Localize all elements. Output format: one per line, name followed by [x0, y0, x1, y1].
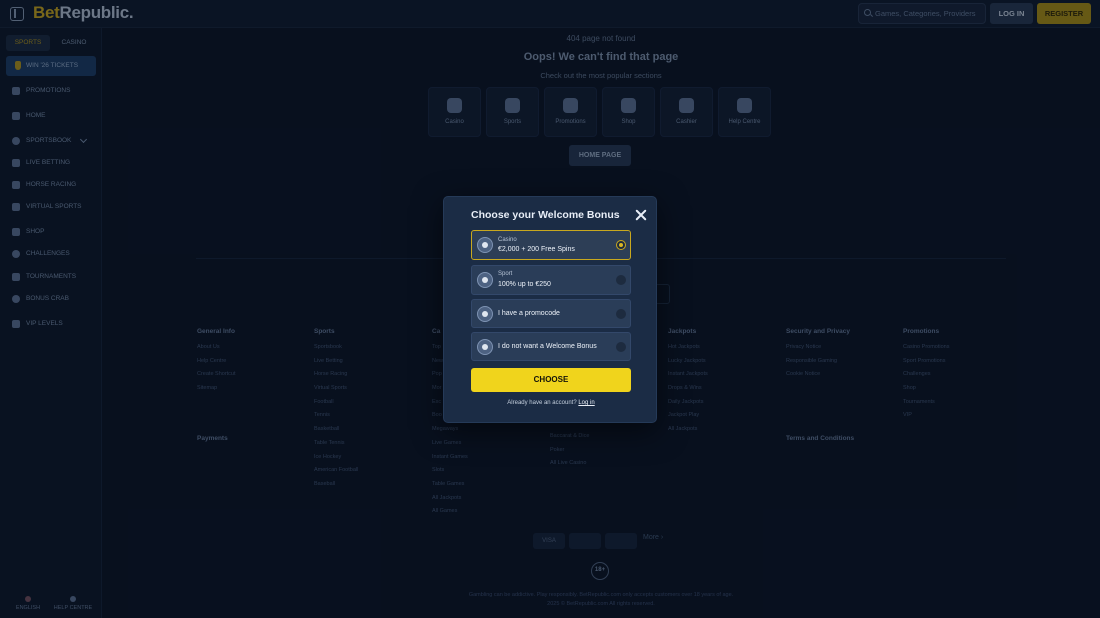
option-label: €2,000 + 200 Free Spins [498, 246, 575, 253]
bonus-option-sport[interactable]: Sport 100% up to €250 [471, 265, 631, 295]
radio-unselected[interactable] [616, 275, 626, 285]
radio-unselected[interactable] [616, 342, 626, 352]
login-prompt: Already have an account? Log in [444, 400, 658, 406]
option-category: Sport [498, 271, 513, 277]
modal-title: Choose your Welcome Bonus [471, 209, 620, 221]
login-link[interactable]: Log in [578, 400, 594, 406]
promocode-icon [477, 306, 493, 322]
ball-icon [477, 272, 493, 288]
option-label: 100% up to €250 [498, 281, 551, 288]
radio-unselected[interactable] [616, 309, 626, 319]
bonus-option-casino[interactable]: Casino €2,000 + 200 Free Spins [471, 230, 631, 260]
option-label: I do not want a Welcome Bonus [498, 343, 597, 350]
close-icon[interactable] [635, 209, 647, 221]
option-category: Casino [498, 237, 517, 243]
welcome-bonus-modal: Choose your Welcome Bonus Casino €2,000 … [443, 196, 657, 423]
no-bonus-icon [477, 339, 493, 355]
login-prompt-text: Already have an account? [507, 400, 577, 406]
option-label: I have a promocode [498, 310, 560, 317]
radio-selected[interactable] [616, 240, 626, 250]
cherries-icon [477, 237, 493, 253]
bonus-option-promocode[interactable]: I have a promocode [471, 299, 631, 328]
choose-button[interactable]: CHOOSE [471, 368, 631, 392]
bonus-option-no-bonus[interactable]: I do not want a Welcome Bonus [471, 332, 631, 361]
